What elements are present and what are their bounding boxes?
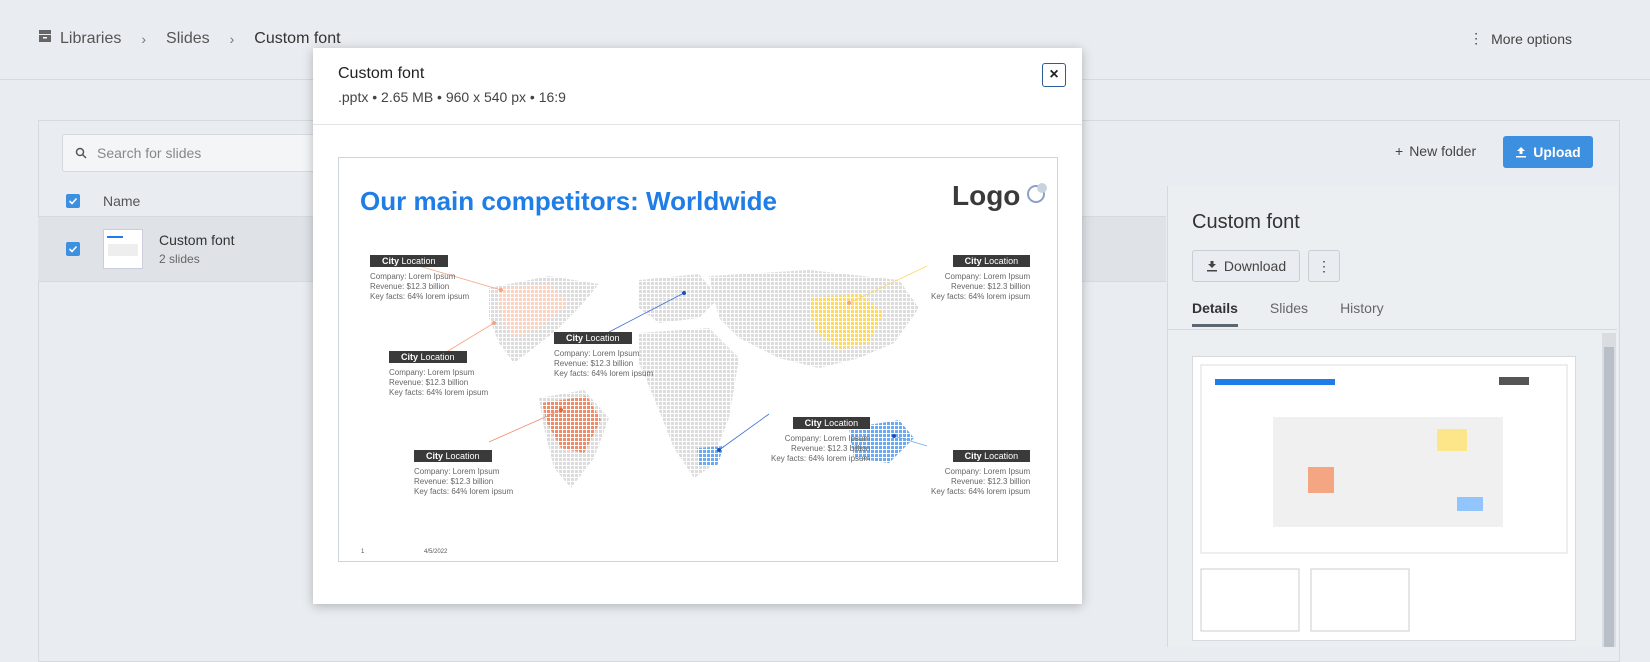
city-callout: City Location Company: Lorem Ipsum Revenu… [554,332,654,378]
breadcrumb: Libraries › Slides › Custom font [38,29,341,48]
row-subtitle: 2 slides [159,252,200,266]
row-thumbnail [103,229,143,269]
sidebar-tabs: Details Slides History [1192,300,1384,327]
slide-preview: Our main competitors: Worldwide Logo Cit… [338,157,1058,562]
sidebar-preview-card [1192,356,1576,641]
kebab-icon: ⋮ [1469,30,1484,46]
modal-title: Custom font [338,65,425,82]
search-input[interactable]: Search for slides [62,134,344,172]
city-callout: City Location Company: Lorem Ipsum Revenu… [931,450,1031,496]
breadcrumb-current: Custom font [254,29,341,47]
breadcrumb-slides[interactable]: Slides [166,30,210,48]
new-folder-button[interactable]: + New folder [1395,143,1476,159]
slide-page-number: 1 [361,549,365,555]
column-name-header[interactable]: Name [103,193,140,209]
chevron-right-icon: › [229,30,235,47]
download-icon [1206,261,1217,272]
city-callout: City Location Company: Lorem Ipsum Revenu… [931,255,1031,301]
plus-icon: + [1395,143,1404,159]
modal-subtitle: .pptx • 2.65 MB • 960 x 540 px • 16:9 [338,89,566,105]
tab-history[interactable]: History [1340,300,1384,327]
sidebar-scrollbar[interactable] [1602,333,1616,647]
upload-icon [1516,147,1527,158]
kebab-icon: ⋮ [1317,257,1331,274]
city-callout: City Location Company: Lorem Ipsum Revenu… [370,255,470,301]
upload-button[interactable]: Upload [1503,136,1593,168]
row-title: Custom font [159,232,235,248]
more-options-label: More options [1491,30,1572,47]
tab-divider [1167,329,1617,330]
chevron-right-icon: › [141,30,147,47]
download-label: Download [1223,258,1287,274]
close-icon: × [1049,66,1059,83]
city-callout: City Location Company: Lorem Ipsum Revenu… [414,450,514,496]
scrollbar-thumb[interactable] [1604,347,1614,647]
sidebar-more-button[interactable]: ⋮ [1308,250,1340,282]
slide-date: 4/5/2022 [424,549,448,555]
more-options-button[interactable]: ⋮ More options [1469,30,1572,47]
sidebar-title: Custom font [1192,211,1300,233]
city-callout: City Location Company: Lorem Ipsum Revenu… [771,417,871,463]
modal-divider [313,124,1082,125]
search-placeholder: Search for slides [97,145,202,161]
download-button[interactable]: Download [1192,250,1300,282]
select-all-checkbox[interactable] [66,194,80,208]
search-icon [75,147,87,159]
preview-modal: Custom font .pptx • 2.65 MB • 960 x 540 … [313,48,1082,604]
tab-slides[interactable]: Slides [1270,300,1308,327]
row-checkbox[interactable] [66,242,80,256]
city-callout: City Location Company: Lorem Ipsum Revenu… [389,351,489,397]
new-folder-label: New folder [1409,143,1477,159]
check-icon [68,197,78,205]
check-icon [68,245,78,253]
library-icon [38,29,52,48]
upload-label: Upload [1533,144,1581,160]
breadcrumb-libraries[interactable]: Libraries [60,30,121,48]
tab-details[interactable]: Details [1192,300,1238,327]
close-button[interactable]: × [1042,63,1066,87]
